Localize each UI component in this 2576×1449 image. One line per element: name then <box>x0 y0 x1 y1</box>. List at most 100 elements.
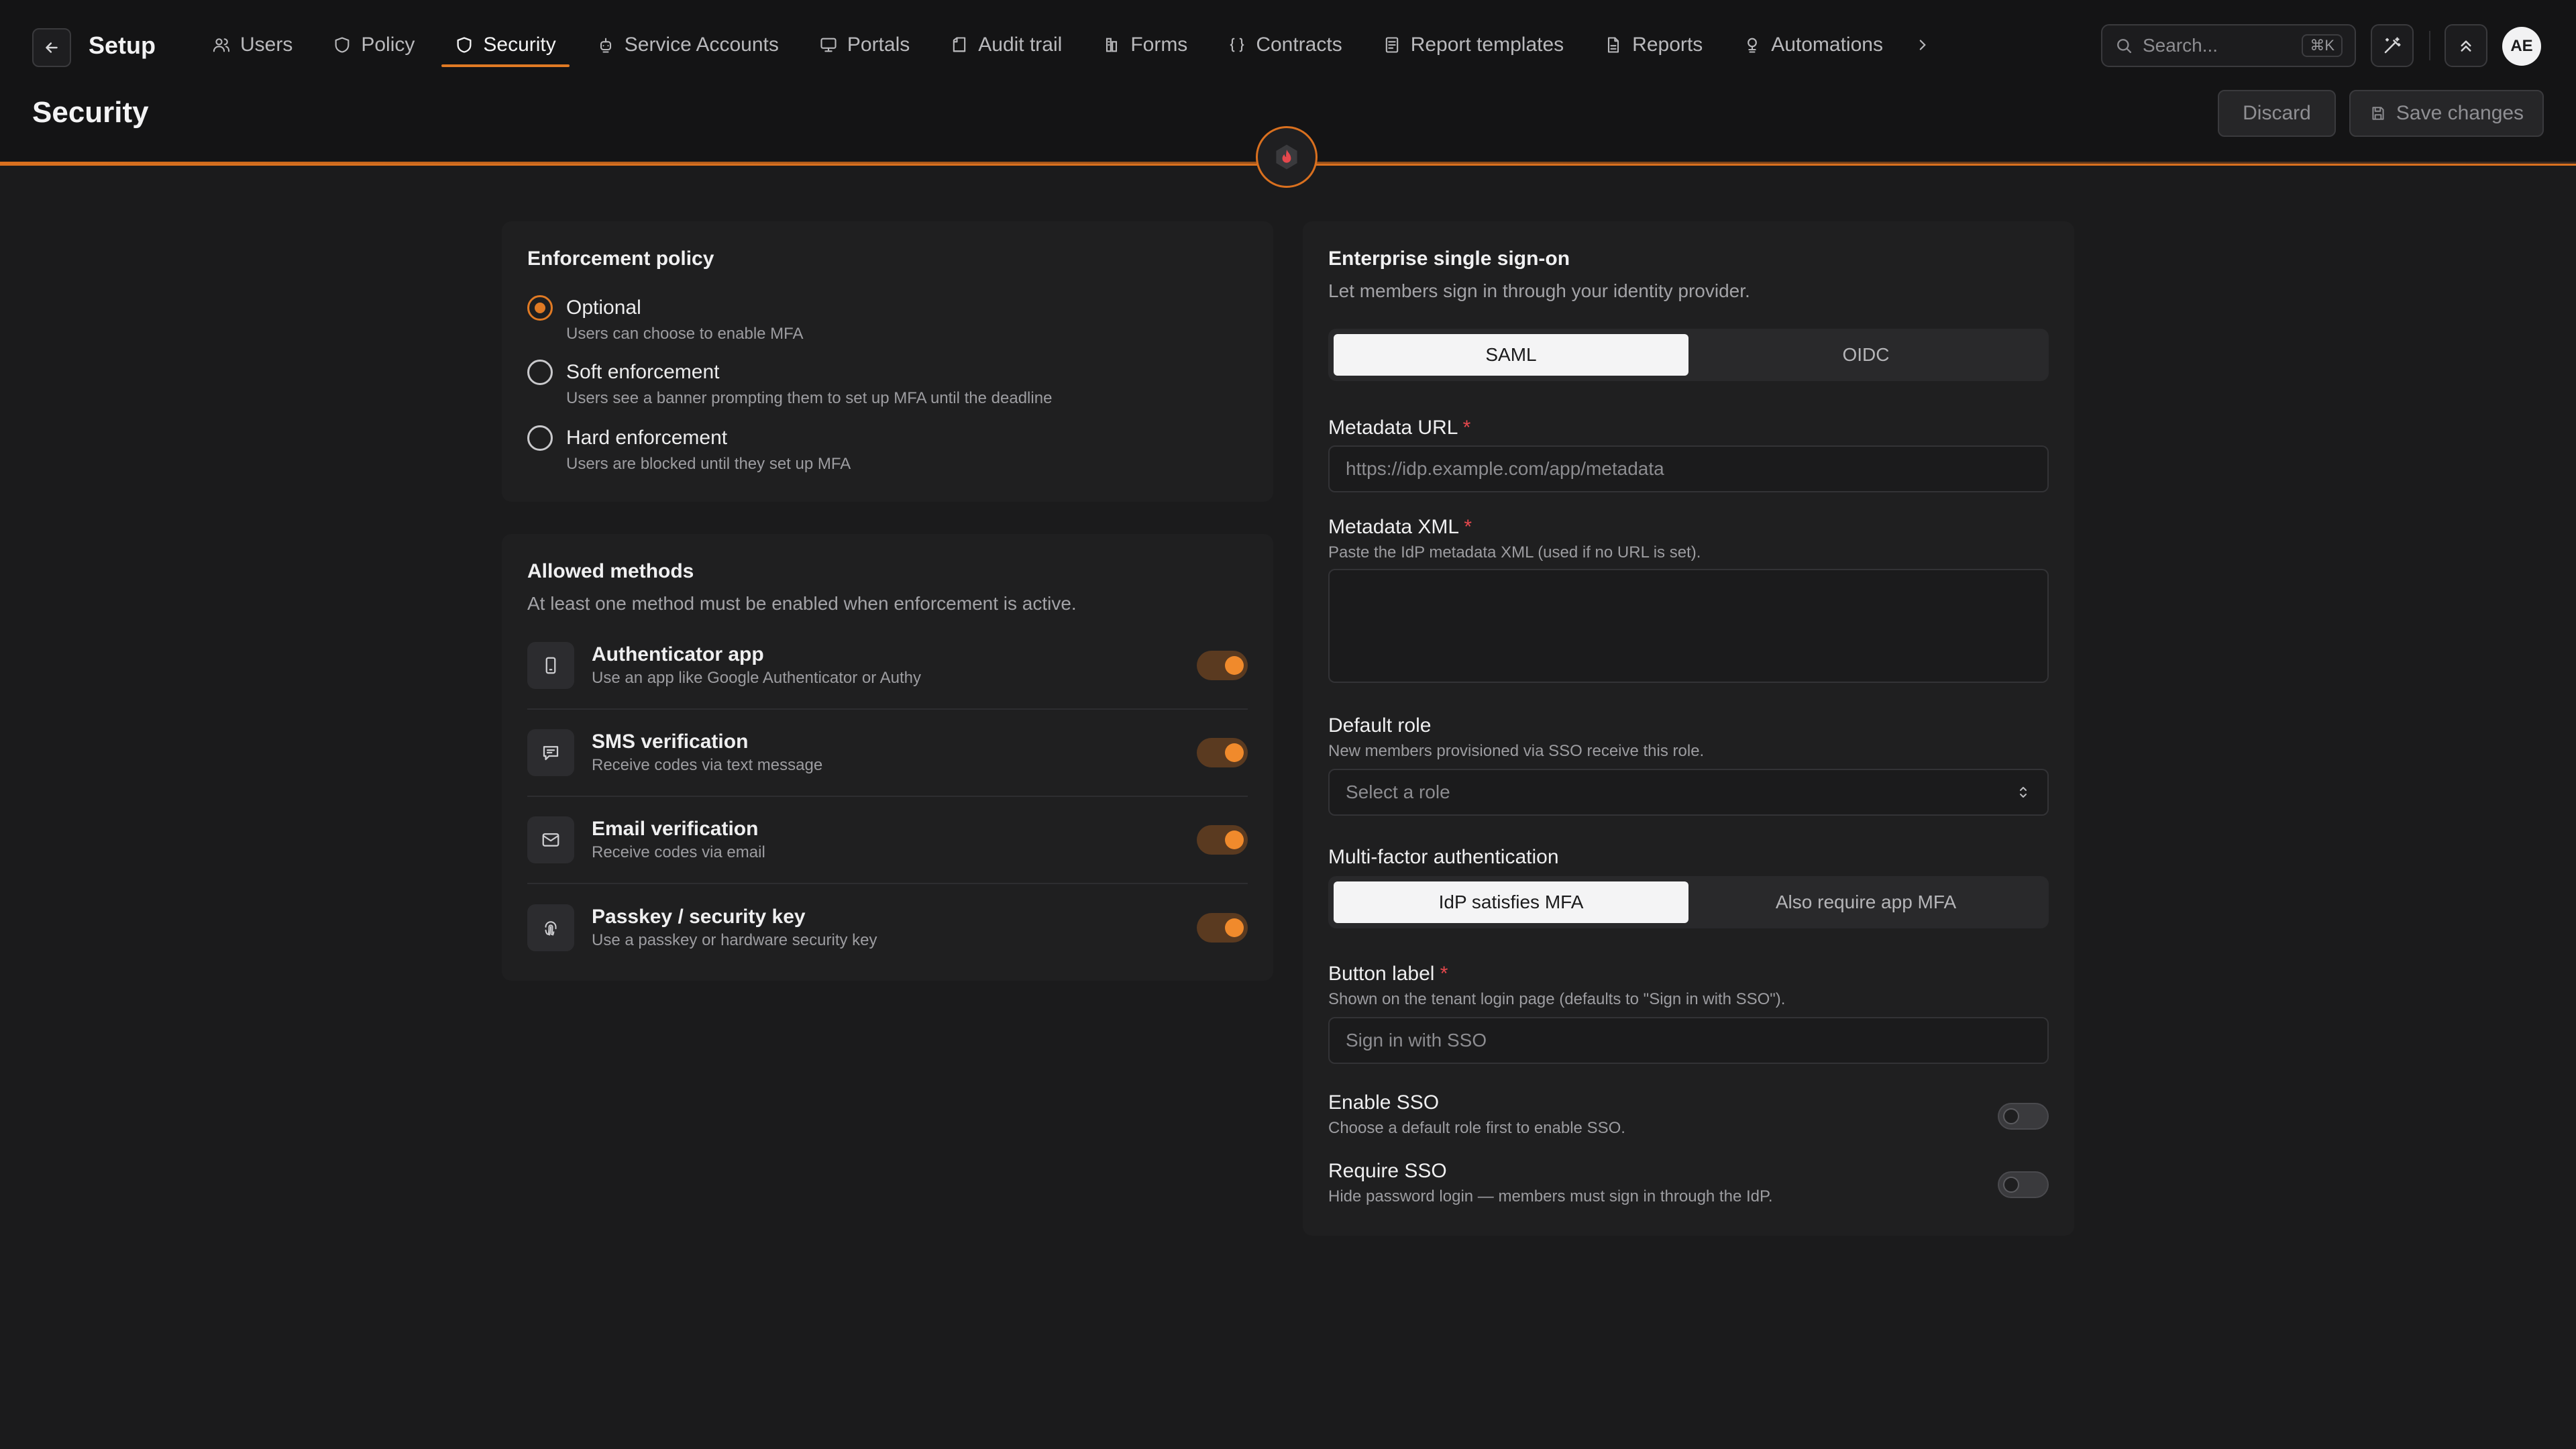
radio-button[interactable] <box>527 360 553 385</box>
collapse-button[interactable] <box>2445 24 2487 67</box>
metadata-xml-textarea[interactable] <box>1328 569 2049 683</box>
radio-optional[interactable]: Optional Users can choose to enable MFA <box>527 295 804 345</box>
method-description: Use a passkey or hardware security key <box>592 931 877 949</box>
mfa-segmented-control: IdP satisfies MFA Also require app MFA <box>1328 876 2049 928</box>
method-icon-box <box>527 816 574 863</box>
enable-sso-label: Enable SSO <box>1328 1091 1440 1114</box>
users-icon <box>213 38 230 52</box>
nav-item-forms[interactable]: Forms <box>1082 24 1208 66</box>
nav-item-policy[interactable]: Policy <box>313 24 435 66</box>
method-label: Passkey / security key <box>592 906 806 928</box>
method-description: Use an app like Google Authenticator or … <box>592 669 921 687</box>
enable-sso-help: Choose a default role first to enable SS… <box>1328 1119 1625 1137</box>
nav-item-service-accounts[interactable]: Service Accounts <box>576 24 799 66</box>
discard-label: Discard <box>2243 102 2311 124</box>
radio-label: Optional <box>566 297 641 319</box>
automation-icon <box>1748 38 1758 53</box>
section-title: Enforcement policy <box>527 248 714 270</box>
form-icon <box>1106 38 1118 52</box>
nav-item-reports[interactable]: Reports <box>1584 24 1723 66</box>
toolbar-divider <box>2429 31 2430 60</box>
document-icon <box>1608 37 1619 53</box>
metadata-xml-help: Paste the IdP metadata XML (used if no U… <box>1328 543 1701 561</box>
nav-item-users[interactable]: Users <box>192 24 313 66</box>
button-label-input[interactable]: Sign in with SSO <box>1328 1017 2049 1064</box>
method-icon-box <box>527 904 574 951</box>
save-changes-button[interactable]: Save changes <box>2349 90 2544 137</box>
fingerprint-icon <box>545 921 557 936</box>
method-label: Email verification <box>592 818 759 840</box>
option-idp-satisfies-mfa[interactable]: IdP satisfies MFA <box>1334 881 1688 923</box>
monitor-icon <box>820 38 837 52</box>
nav-item-label: Contracts <box>1256 34 1342 56</box>
method-description: Receive codes via email <box>592 843 765 861</box>
radio-soft-enforcement[interactable]: Soft enforcement Users see a banner prom… <box>527 360 1052 409</box>
nav-item-automations[interactable]: Automations <box>1723 24 1903 66</box>
nav-item-portals[interactable]: Portals <box>799 24 930 66</box>
radio-label: Soft enforcement <box>566 361 720 383</box>
back-button[interactable] <box>32 28 71 67</box>
magic-wand-icon <box>2384 37 2401 54</box>
option-also-require-app-mfa[interactable]: Also require app MFA <box>1688 881 2043 923</box>
method-toggle[interactable] <box>1197 738 1248 767</box>
nav-item-audit-trail[interactable]: Audit trail <box>930 24 1082 66</box>
metadata-url-input[interactable]: https://idp.example.com/app/metadata <box>1328 445 2049 492</box>
required-marker: * <box>1440 963 1448 985</box>
policy-icon <box>335 37 350 53</box>
search-shortcut-badge: ⌘K <box>2302 34 2343 57</box>
nav-item-label: Audit trail <box>978 34 1063 56</box>
section-title: Allowed methods <box>527 560 694 582</box>
select-placeholder: Select a role <box>1346 782 1450 802</box>
magic-wand-button[interactable] <box>2371 24 2414 67</box>
chevrons-up-icon <box>2461 40 2471 52</box>
nav-item-label: Policy <box>361 34 415 56</box>
input-placeholder: https://idp.example.com/app/metadata <box>1346 458 1664 479</box>
search-input[interactable]: Search... ⌘K <box>2101 24 2356 67</box>
discard-button[interactable]: Discard <box>2218 90 2336 137</box>
require-sso-toggle[interactable] <box>1998 1171 2049 1198</box>
mail-icon <box>542 833 559 847</box>
nav-item-label: Forms <box>1130 34 1188 56</box>
avatar[interactable]: AE <box>2502 27 2541 66</box>
phone-icon <box>545 657 556 674</box>
nav-item-label: Reports <box>1632 34 1703 56</box>
default-role-select[interactable]: Select a role <box>1328 769 2049 816</box>
shield-icon <box>457 37 472 53</box>
field-label-text: Button label <box>1328 963 1435 985</box>
nav-item-label: Users <box>240 34 293 56</box>
nav-item-report-templates[interactable]: Report templates <box>1362 24 1584 66</box>
nav-item-contracts[interactable]: Contracts <box>1208 24 1362 66</box>
method-toggle[interactable] <box>1197 913 1248 943</box>
radio-hard-enforcement[interactable]: Hard enforcement Users are blocked until… <box>527 425 851 475</box>
tab-oidc[interactable]: OIDC <box>1688 334 2043 376</box>
tab-saml[interactable]: SAML <box>1334 334 1688 376</box>
chevron-up-down-icon <box>2015 784 2031 800</box>
method-icon-box <box>527 642 574 689</box>
search-icon <box>2117 39 2132 54</box>
braces-icon <box>1230 38 1244 52</box>
radio-description: Users see a banner prompting them to set… <box>566 389 1053 407</box>
method-toggle[interactable] <box>1197 825 1248 855</box>
radio-button[interactable] <box>527 425 553 451</box>
allowed-methods-card: Allowed methods At least one method must… <box>502 534 1273 981</box>
radio-button[interactable] <box>527 295 553 321</box>
nav-item-security[interactable]: Security <box>435 24 576 67</box>
protocol-segmented-control: SAML OIDC <box>1328 329 2049 381</box>
required-marker: * <box>1464 516 1472 538</box>
field-label-text: Metadata XML <box>1328 516 1458 538</box>
enable-sso-toggle[interactable] <box>1998 1103 2049 1130</box>
nav-item-label: Portals <box>847 34 910 56</box>
radio-label: Hard enforcement <box>566 427 728 449</box>
required-marker: * <box>1462 417 1471 439</box>
method-label: Authenticator app <box>592 643 764 665</box>
radio-description: Users are blocked until they set up MFA <box>566 455 851 473</box>
nav-scroll-right[interactable] <box>1903 24 1942 66</box>
section-title: Enterprise single sign-on <box>1328 248 1570 270</box>
robot-icon <box>600 38 611 53</box>
method-email-verification: Email verification Receive codes via ema… <box>527 797 1248 884</box>
enforcement-policy-card: Enforcement policy Optional Users can ch… <box>502 221 1273 502</box>
nav-item-label: Report templates <box>1410 34 1564 56</box>
method-toggle[interactable] <box>1197 651 1248 680</box>
button-label-help: Shown on the tenant login page (defaults… <box>1328 990 1786 1008</box>
metadata-xml-label: Metadata XML * <box>1328 514 1472 541</box>
